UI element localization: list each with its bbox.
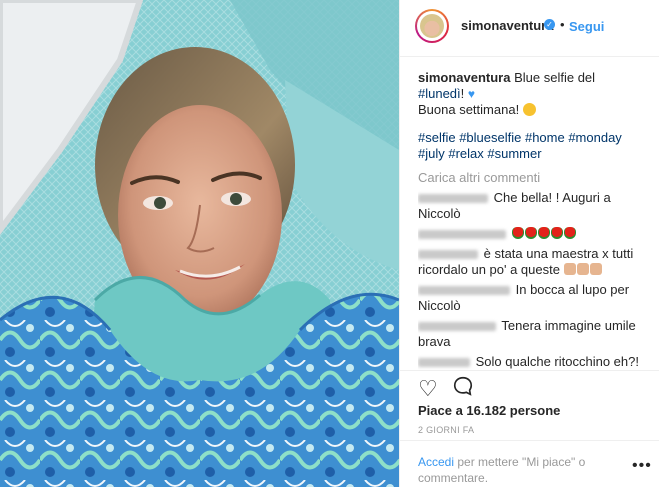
separator-dot: • [560, 17, 565, 32]
comment-text: Solo qualche ritocchino eh?! [475, 354, 639, 369]
blurred-username[interactable] [418, 358, 470, 368]
wink-emoji-icon [522, 103, 536, 116]
caption-hashtags[interactable]: #selfie #blueselfie #home #monday #july … [418, 130, 643, 162]
login-prompt: Accedi per mettere "Mi piace" o commenta… [400, 440, 659, 488]
caption-exclaim: ! [460, 86, 468, 101]
blurred-username[interactable] [418, 194, 488, 204]
comments-list[interactable]: simonaventura Blue selfie del #lunedì! ♥… [418, 70, 643, 370]
header-username[interactable]: simonaventura [461, 18, 553, 33]
follow-button[interactable]: Segui [569, 19, 604, 34]
hashtag-lunedi[interactable]: #lunedì [418, 86, 461, 101]
verified-badge-icon: ✓ [544, 19, 555, 30]
caption: simonaventura Blue selfie del #lunedì! ♥… [418, 70, 643, 118]
thumbs-up-emoji-icon [589, 263, 602, 275]
post-photo[interactable] [0, 0, 399, 487]
blue-heart-icon: ♥ [467, 87, 476, 101]
avatar-face-icon [420, 14, 444, 38]
post-header: simonaventura ✓ • Segui [400, 0, 659, 57]
comment-item: Tenera immagine umile brava [418, 318, 643, 350]
blurred-username[interactable] [418, 230, 506, 240]
rose-emoji-icon [511, 227, 524, 239]
blurred-username[interactable] [418, 286, 510, 296]
blurred-username[interactable] [418, 322, 496, 332]
post-side-panel: simonaventura ✓ • Segui simonaventura Bl… [399, 0, 659, 487]
rose-emoji-icon [550, 227, 563, 239]
post-date: 2 GIORNI FA [418, 425, 475, 435]
login-text: Accedi per mettere "Mi piace" o commenta… [418, 454, 628, 486]
blurred-username[interactable] [418, 250, 478, 260]
avatar-photo [417, 11, 447, 41]
comment-item: è stata una maestra x tutti ricordalo un… [418, 246, 643, 278]
thumbs-up-emoji-icon [576, 263, 589, 275]
thumbs-up-emoji-icon [563, 263, 576, 275]
load-more-comments-button[interactable]: Carica altri commenti [418, 170, 643, 186]
likes-count[interactable]: Piace a 16.182 persone [418, 403, 560, 418]
more-options-icon[interactable]: ••• [632, 457, 652, 475]
comment-item: In bocca al lupo per Niccolò [418, 282, 643, 314]
caption-username[interactable]: simonaventura [418, 70, 510, 85]
avatar[interactable] [415, 9, 449, 43]
rose-emoji-icon [563, 227, 576, 239]
instagram-post: simonaventura ✓ • Segui simonaventura Bl… [0, 0, 659, 487]
post-actions: ♡ Piace a 16.182 persone 2 GIORNI FA [400, 370, 659, 436]
caption-line2: Buona settimana! [418, 102, 523, 117]
comment-item [418, 226, 643, 242]
speech-bubble-icon[interactable] [452, 375, 474, 397]
comment-item: Che bella! ! Auguri a Niccolò [418, 190, 643, 222]
caption-text: Blue selfie del [514, 70, 596, 85]
selfie-image [0, 0, 399, 487]
rose-emoji-icon [537, 227, 550, 239]
login-link[interactable]: Accedi [418, 455, 454, 469]
rose-emoji-icon [524, 227, 537, 239]
heart-outline-icon[interactable]: ♡ [418, 376, 438, 402]
comment-item: Solo qualche ritocchino eh?! [418, 354, 643, 370]
